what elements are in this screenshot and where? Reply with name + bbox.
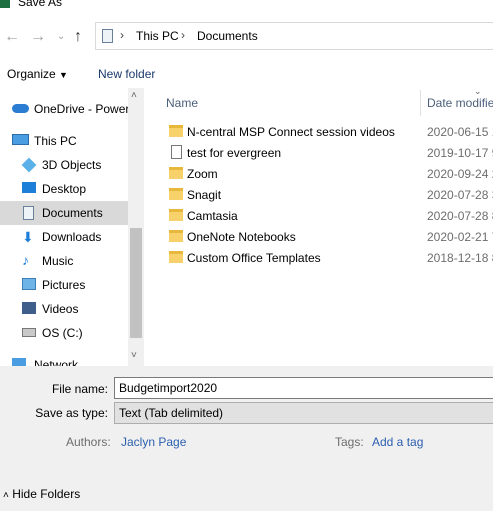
authors-label: Authors: bbox=[66, 435, 111, 449]
up-arrow-icon[interactable]: ↑ bbox=[74, 28, 82, 46]
breadcrumb-documents[interactable]: Documents bbox=[197, 29, 258, 43]
title-bar: Save As bbox=[0, 0, 493, 12]
sort-chevron-icon: ⌄ bbox=[474, 86, 482, 96]
file-row[interactable]: Snagit 2020-07-28 3 bbox=[150, 184, 493, 205]
column-header-date[interactable]: Date modifie bbox=[427, 96, 493, 110]
file-row[interactable]: N-central MSP Connect session videos 202… bbox=[150, 121, 493, 142]
new-folder-button[interactable]: New folder bbox=[98, 67, 155, 81]
nav-item-documents[interactable]: Documents bbox=[0, 201, 128, 225]
desktop-icon bbox=[22, 182, 36, 193]
scrollbar-thumb[interactable] bbox=[130, 228, 142, 338]
network-icon bbox=[12, 358, 26, 366]
folder-icon bbox=[169, 209, 183, 221]
computer-icon bbox=[12, 134, 29, 145]
chevron-up-icon: ˄ bbox=[3, 490, 9, 501]
organize-button[interactable]: Organize ▼ bbox=[7, 67, 68, 81]
authors-value[interactable]: Jaclyn Page bbox=[121, 435, 186, 449]
shortcut-folder-icon bbox=[169, 125, 183, 137]
file-row[interactable]: test for evergreen 2019-10-17 9 bbox=[150, 142, 493, 163]
file-row[interactable]: Camtasia 2020-07-28 8 bbox=[150, 205, 493, 226]
file-name-label: File name: bbox=[51, 382, 108, 396]
window-title: Save As bbox=[18, 0, 63, 9]
file-row[interactable]: OneNote Notebooks 2020-02-21 7 bbox=[150, 226, 493, 247]
back-arrow-icon[interactable]: ← bbox=[4, 28, 20, 46]
videos-icon bbox=[22, 302, 36, 314]
save-type-label: Save as type: bbox=[35, 406, 108, 420]
save-type-select[interactable]: Text (Tab delimited) bbox=[114, 402, 493, 424]
folder-icon bbox=[169, 251, 183, 263]
excel-app-icon bbox=[0, 0, 10, 8]
navigation-scrollbar[interactable]: ˄ ˅ bbox=[128, 88, 144, 366]
breadcrumb-chevron-icon[interactable]: › bbox=[181, 28, 185, 42]
onedrive-icon bbox=[12, 104, 29, 113]
toolbar: Organize ▼ New folder bbox=[0, 60, 493, 88]
nav-item-onedrive[interactable]: OneDrive - Power bbox=[0, 97, 129, 121]
add-tag-link[interactable]: Add a tag bbox=[372, 435, 423, 449]
nav-item-pictures[interactable]: Pictures bbox=[0, 273, 128, 297]
file-icon bbox=[171, 145, 182, 159]
folder-icon bbox=[169, 230, 183, 242]
address-bar[interactable]: › This PC › Documents bbox=[95, 22, 493, 50]
column-header-name[interactable]: Name bbox=[166, 96, 198, 110]
drive-icon bbox=[22, 328, 36, 337]
recent-locations-chevron-icon[interactable]: ⌄ bbox=[57, 31, 65, 42]
nav-item-network[interactable]: Network bbox=[0, 353, 128, 366]
downloads-icon: ⬇ bbox=[22, 229, 34, 245]
folder-icon bbox=[169, 167, 183, 179]
file-row[interactable]: Zoom 2020-09-24 2 bbox=[150, 163, 493, 184]
navigation-pane: OneDrive - Power This PC 3D Objects Desk… bbox=[0, 88, 144, 366]
nav-item-downloads[interactable]: ⬇ Downloads bbox=[0, 225, 128, 249]
nav-item-desktop[interactable]: Desktop bbox=[0, 177, 128, 201]
folder-icon bbox=[169, 188, 183, 200]
breadcrumb-this-pc[interactable]: This PC bbox=[136, 29, 179, 43]
nav-item-os-c[interactable]: OS (C:) bbox=[0, 321, 128, 345]
hide-folders-button[interactable]: ˄ Hide Folders bbox=[3, 487, 80, 501]
column-divider[interactable] bbox=[420, 90, 421, 116]
documents-icon bbox=[23, 206, 34, 220]
forward-arrow-icon[interactable]: → bbox=[30, 28, 46, 46]
nav-item-this-pc[interactable]: This PC bbox=[0, 129, 128, 153]
file-name-input[interactable]: Budgetimport2020 bbox=[114, 377, 493, 399]
music-icon: ♪ bbox=[22, 252, 29, 268]
scroll-up-icon[interactable]: ˄ bbox=[131, 90, 137, 101]
documents-location-icon bbox=[102, 29, 113, 43]
3d-objects-icon bbox=[21, 157, 37, 173]
breadcrumb-chevron-icon[interactable]: › bbox=[120, 28, 124, 42]
nav-item-videos[interactable]: Videos bbox=[0, 297, 128, 321]
save-options-panel: File name: Budgetimport2020 Save as type… bbox=[0, 366, 493, 511]
tags-label: Tags: bbox=[335, 435, 364, 449]
scroll-down-icon[interactable]: ˅ bbox=[131, 350, 137, 361]
nav-item-3d-objects[interactable]: 3D Objects bbox=[0, 153, 128, 177]
nav-item-music[interactable]: ♪ Music bbox=[0, 249, 128, 273]
pictures-icon bbox=[22, 278, 36, 290]
file-row[interactable]: Custom Office Templates 2018-12-18 8 bbox=[150, 247, 493, 268]
file-list: Name Date modifie ⌄ N-central MSP Connec… bbox=[150, 86, 493, 366]
